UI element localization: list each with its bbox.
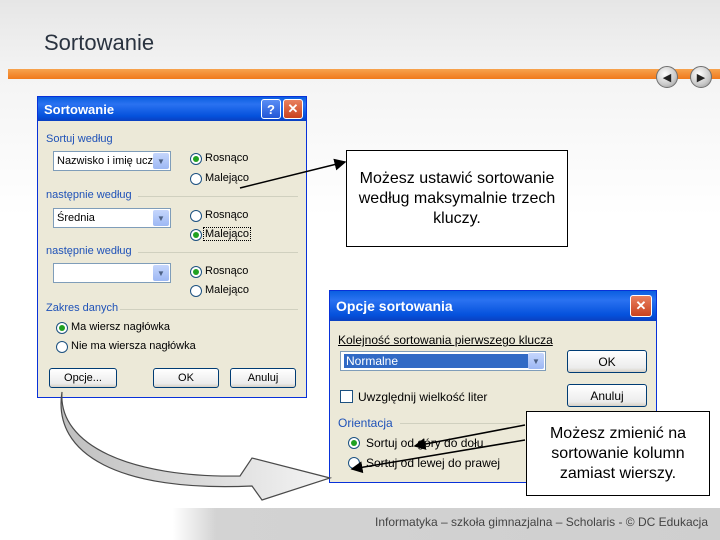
connector-arrows	[60, 158, 526, 501]
curved-arrow-icon	[60, 391, 333, 501]
callout-pointer-line	[239, 158, 347, 189]
callout-pointer-line	[350, 439, 526, 474]
